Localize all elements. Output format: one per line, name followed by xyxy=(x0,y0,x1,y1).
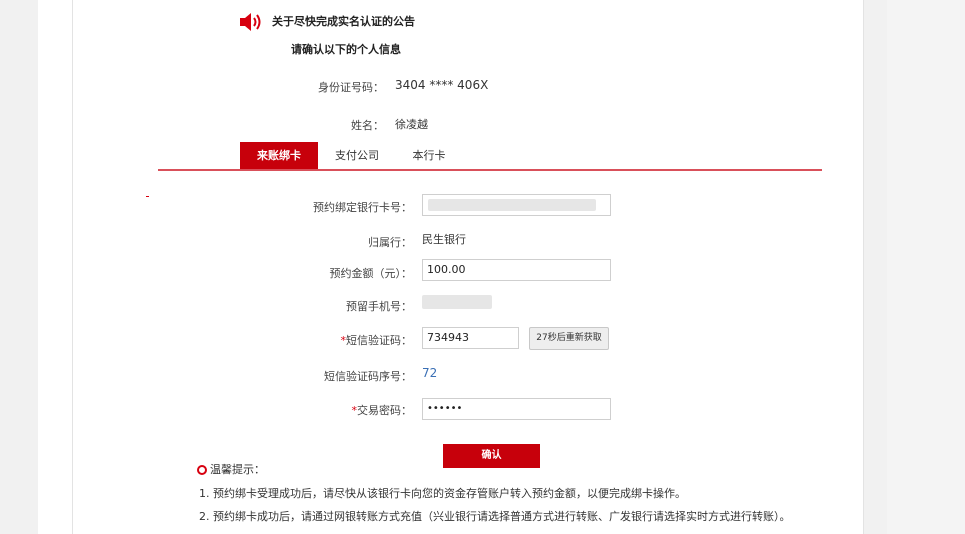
sms-code-input[interactable]: 734943 xyxy=(422,327,519,349)
right-sidebar xyxy=(887,0,965,534)
name-label: 姓名： xyxy=(351,119,384,132)
tip-item: 2. 预约绑卡成功后，请通过网银转账方式充值（兴业银行请选择普通方式进行转账、广… xyxy=(199,510,791,523)
tip-bullet-icon xyxy=(197,465,207,475)
tab-underline xyxy=(158,169,822,171)
tip-item: 1. 预约绑卡受理成功后，请尽快从该银行卡向您的资金存管账户转入预约金额，以便完… xyxy=(199,487,686,500)
tips-title: 温馨提示： xyxy=(210,463,265,476)
resend-sms-button[interactable]: 27秒后重新获取 xyxy=(529,327,609,350)
sms-seq-value: 72 xyxy=(422,366,438,380)
confirm-button[interactable]: 确认 xyxy=(443,444,540,468)
red-mark xyxy=(146,196,149,197)
card-number-label: 预约绑定银行卡号： xyxy=(313,201,412,214)
notice-link[interactable]: 关于尽快完成实名认证的公告 xyxy=(272,13,415,29)
confirm-heading: 请确认以下的个人信息 xyxy=(291,43,401,56)
speaker-icon xyxy=(240,13,261,31)
masked-phone-number xyxy=(422,295,492,309)
trade-password-input[interactable]: •••••• xyxy=(422,398,611,420)
sms-code-label-text: 短信验证码： xyxy=(346,334,412,347)
sms-code-label: *短信验证码： xyxy=(270,332,413,348)
trade-password-label: *交易密码： xyxy=(270,402,413,418)
bank-label: 归属行： xyxy=(368,236,412,249)
phone-label: 预留手机号： xyxy=(346,300,412,313)
trade-password-label-text: 交易密码： xyxy=(357,404,412,417)
card-number-input[interactable] xyxy=(422,194,611,216)
id-number-value: 3404 **** 406X xyxy=(395,78,489,92)
amount-label: 预约金额（元）： xyxy=(329,267,413,280)
name-value: 徐凌越 xyxy=(395,118,428,131)
tab-incoming-bind[interactable]: 来账绑卡 xyxy=(240,142,318,170)
bank-value: 民生银行 xyxy=(422,233,466,246)
amount-input[interactable]: 100.00 xyxy=(422,259,611,281)
sms-seq-label: 短信验证码序号： xyxy=(324,370,412,383)
tab-payment-company[interactable]: 支付公司 xyxy=(322,142,392,170)
id-number-label: 身份证号码： xyxy=(318,81,384,94)
tab-bank-card[interactable]: 本行卡 xyxy=(396,142,462,170)
masked-card-number xyxy=(428,199,596,211)
